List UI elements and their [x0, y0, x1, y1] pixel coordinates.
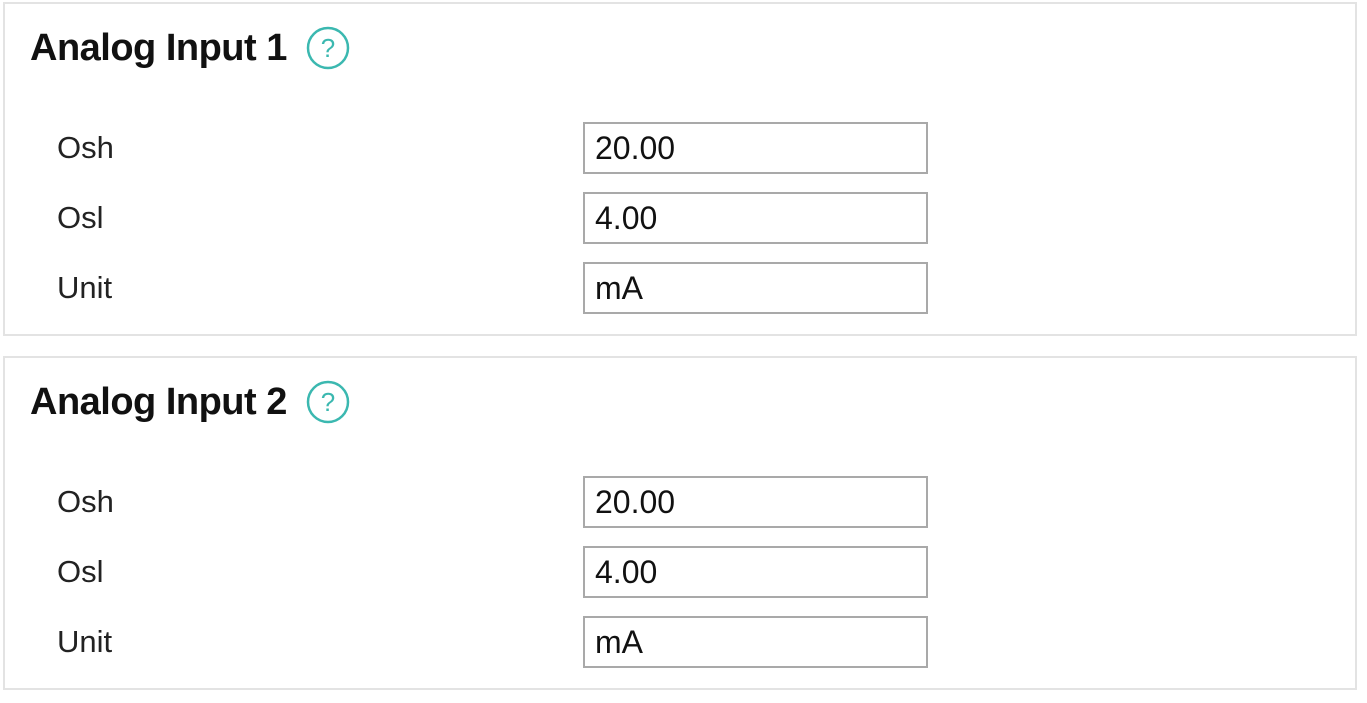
unit-label: Unit	[57, 624, 113, 659]
analog-input-2-panel: Analog Input 2 ? Osh Osl Unit	[3, 356, 1357, 690]
panel-title: Analog Input 2	[30, 380, 287, 423]
osl-input[interactable]	[583, 546, 928, 598]
field-row-osl: Osl	[5, 546, 1355, 598]
osl-input[interactable]	[583, 192, 928, 244]
field-row-osh: Osh	[5, 122, 1355, 174]
field-row-osl: Osl	[5, 192, 1355, 244]
unit-input[interactable]	[583, 616, 928, 668]
help-circle-icon[interactable]: ?	[305, 379, 351, 425]
panel-header: Analog Input 1 ?	[30, 24, 351, 72]
osh-label: Osh	[57, 484, 114, 519]
osl-label: Osl	[57, 200, 104, 235]
osh-label: Osh	[57, 130, 114, 165]
unit-label: Unit	[57, 270, 113, 305]
osh-input[interactable]	[583, 476, 928, 528]
field-row-osh: Osh	[5, 476, 1355, 528]
osl-label: Osl	[57, 554, 104, 589]
analog-input-1-panel: Analog Input 1 ? Osh Osl Unit	[3, 2, 1357, 336]
panel-header: Analog Input 2 ?	[30, 378, 351, 426]
unit-input[interactable]	[583, 262, 928, 314]
svg-text:?: ?	[321, 387, 335, 417]
field-row-unit: Unit	[5, 616, 1355, 668]
panel-title: Analog Input 1	[30, 26, 287, 69]
field-row-unit: Unit	[5, 262, 1355, 314]
help-circle-icon[interactable]: ?	[305, 25, 351, 71]
osh-input[interactable]	[583, 122, 928, 174]
svg-text:?: ?	[321, 33, 335, 63]
